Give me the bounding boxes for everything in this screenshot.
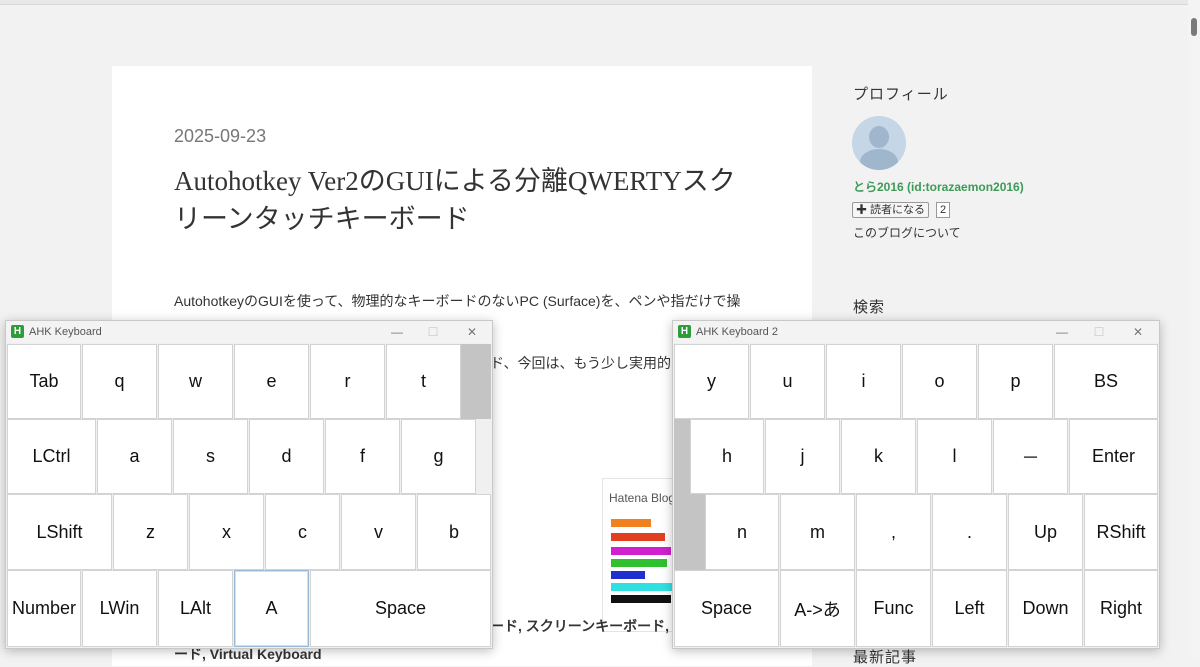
thumb-bar [611, 547, 671, 555]
ahk-app-icon: H [678, 325, 691, 338]
key-a[interactable]: a [97, 419, 172, 494]
key-d[interactable]: d [249, 419, 324, 494]
key-tab[interactable]: Tab [7, 344, 81, 419]
key-right[interactable]: Right [1084, 570, 1158, 647]
window-title: AHK Keyboard 2 [696, 326, 778, 338]
key-n[interactable]: n [705, 494, 779, 570]
thumb-bar [611, 533, 665, 541]
key-grid: y u i o p BS h j k l － Enter n m,. Up RShift Space A->あ Fu… [673, 344, 1159, 648]
key-a[interactable]: A->あ [780, 570, 855, 647]
key-i[interactable]: i [826, 344, 901, 419]
ahk-app-icon: H [11, 325, 24, 338]
key-lctrl[interactable]: LCtrl [7, 419, 96, 494]
key-symbol[interactable]: . [932, 494, 1007, 570]
maximize-icon[interactable]: ☐ [425, 324, 441, 340]
profile-heading: プロフィール [853, 86, 949, 103]
key-j[interactable]: j [765, 419, 840, 494]
thumb-bar [611, 519, 651, 527]
keyboard-window-right[interactable]: H AHK Keyboard 2 — ☐ ✕ y u i o p BS h j k l － Enter… [672, 320, 1160, 649]
key-space[interactable]: Space [310, 570, 491, 647]
key-r[interactable]: r [310, 344, 385, 419]
key-gap [674, 419, 690, 494]
key-left[interactable]: Left [932, 570, 1007, 647]
key-up[interactable]: Up [1008, 494, 1083, 570]
key-space[interactable]: Space [674, 570, 779, 647]
search-heading: 検索 [853, 299, 886, 316]
subscribe-button[interactable]: ✚ 読者になる [852, 202, 930, 218]
key-y[interactable]: y [674, 344, 749, 419]
key-number[interactable]: Number [7, 570, 81, 647]
user-avatar[interactable] [852, 116, 906, 170]
window-titlebar[interactable]: H AHK Keyboard — ☐ ✕ [6, 321, 492, 343]
key-g[interactable]: g [401, 419, 476, 494]
window-titlebar[interactable]: H AHK Keyboard 2 — ☐ ✕ [673, 321, 1159, 343]
minimize-icon[interactable]: — [389, 324, 405, 340]
about-blog-link[interactable]: このブログについて [853, 224, 961, 241]
article-line-fragment: ド、今回は、もう少し実用的な [490, 355, 686, 371]
key-z[interactable]: z [113, 494, 188, 570]
key-v[interactable]: v [341, 494, 416, 570]
thumb-bar [611, 559, 667, 567]
key-rshift[interactable]: RShift [1084, 494, 1158, 570]
key-p[interactable]: p [978, 344, 1053, 419]
article-tags: ード, スクリーンキーボード, [490, 618, 669, 634]
key-w[interactable]: w [158, 344, 233, 419]
article-date: 2025-09-23 [174, 126, 267, 146]
key-grid: Tab q w e r t LCtrl a s d f g LShift z x c v b Number LWin L… [6, 344, 492, 648]
page-scrollbar[interactable] [1188, 0, 1200, 657]
key-q[interactable]: q [82, 344, 157, 419]
key-lwin[interactable]: LWin [82, 570, 157, 647]
thumb-bar [611, 595, 671, 603]
key-lshift[interactable]: LShift [7, 494, 112, 570]
maximize-icon[interactable]: ☐ [1091, 324, 1107, 340]
key-c[interactable]: c [265, 494, 340, 570]
key-o[interactable]: o [902, 344, 977, 419]
key-s[interactable]: s [173, 419, 248, 494]
key-x[interactable]: x [189, 494, 264, 570]
thumb-bar [611, 571, 645, 579]
key-u[interactable]: u [750, 344, 825, 419]
key-symbol[interactable]: － [993, 419, 1068, 494]
browser-top-border [0, 0, 1200, 5]
key-bs[interactable]: BS [1054, 344, 1158, 419]
article-title[interactable]: Autohotkey Ver2のGUIによる分離QWERTYスクリーンタッチキー… [174, 162, 754, 238]
key-b[interactable]: b [417, 494, 491, 570]
key-symbol[interactable]: , [856, 494, 931, 570]
key-down[interactable]: Down [1008, 570, 1083, 647]
article-intro: AutohotkeyのGUIを使って、物理的なキーボードのないPC (Surfa… [174, 293, 741, 309]
keyboard-window-left[interactable]: H AHK Keyboard — ☐ ✕ Tab q w e r t LCtrl a s d f g L… [5, 320, 493, 649]
avatar-body-shape [860, 149, 898, 170]
user-name-link[interactable]: とら2016 (id:torazaemon2016) [853, 178, 1024, 195]
key-gap [461, 344, 491, 419]
key-enter[interactable]: Enter [1069, 419, 1158, 494]
key-func[interactable]: Func [856, 570, 931, 647]
key-a[interactable]: A [234, 570, 309, 647]
key-k[interactable]: k [841, 419, 916, 494]
key-gap [674, 494, 705, 570]
key-lalt[interactable]: LAlt [158, 570, 233, 647]
window-title: AHK Keyboard [29, 326, 102, 338]
key-h[interactable]: h [690, 419, 764, 494]
reader-count-badge: 2 [936, 202, 951, 218]
scrollbar-thumb[interactable] [1191, 18, 1197, 36]
key-l[interactable]: l [917, 419, 992, 494]
avatar-head-shape [869, 126, 889, 148]
close-icon[interactable]: ✕ [1130, 324, 1146, 340]
key-f[interactable]: f [325, 419, 400, 494]
key-t[interactable]: t [386, 344, 461, 419]
close-icon[interactable]: ✕ [464, 324, 480, 340]
key-e[interactable]: e [234, 344, 309, 419]
minimize-icon[interactable]: — [1054, 324, 1070, 340]
key-m[interactable]: m [780, 494, 855, 570]
hatena-blog-logo: Hatena Blog [609, 491, 676, 505]
